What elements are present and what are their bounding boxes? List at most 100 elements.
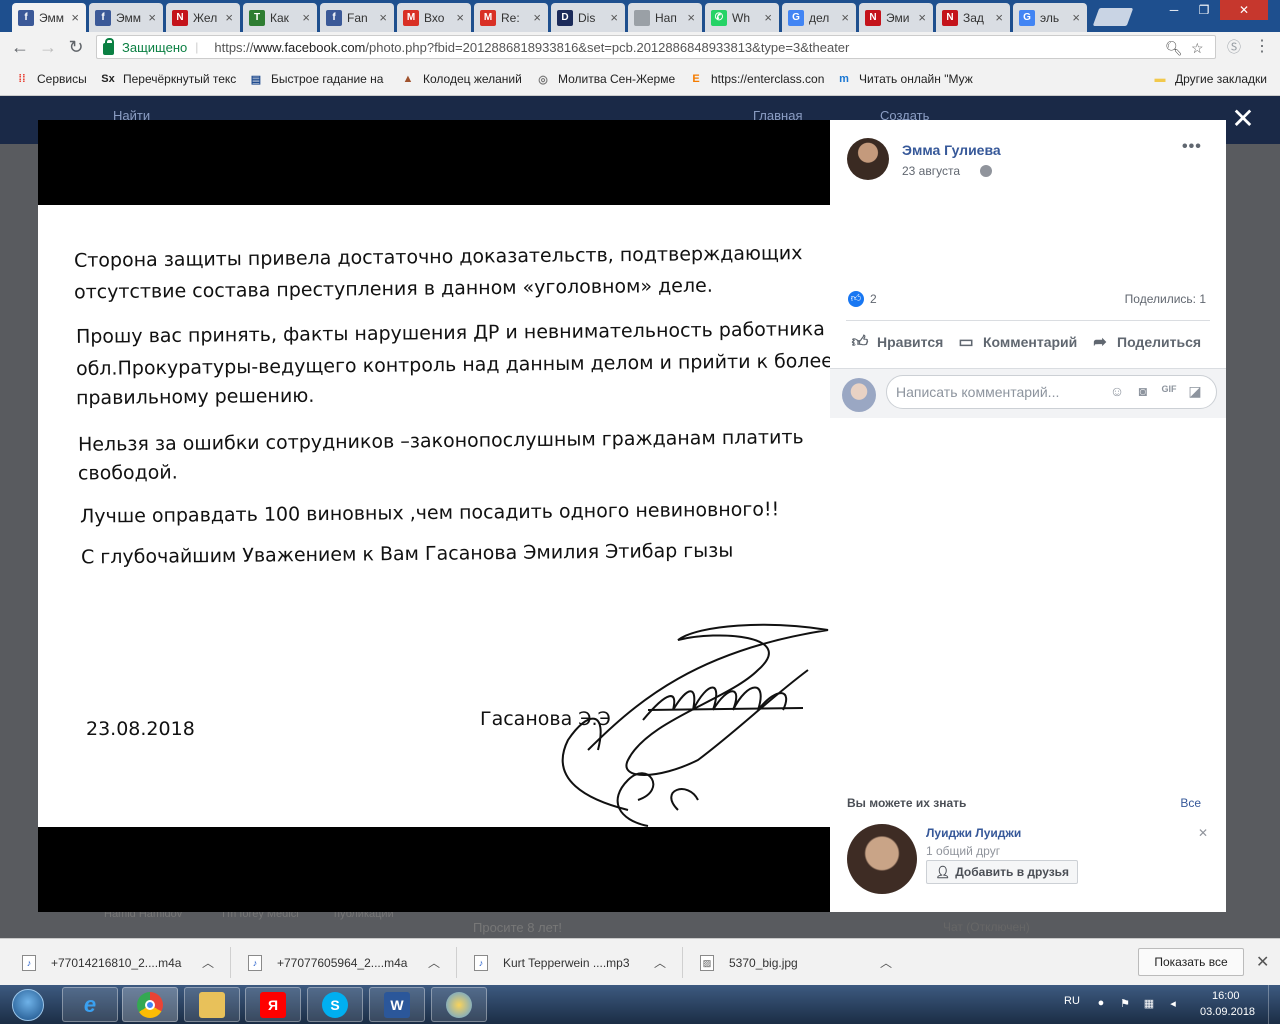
photo-stage[interactable]: Сторона защиты привела достаточно доказа… <box>38 120 830 912</box>
tab-close-icon[interactable]: × <box>71 10 79 25</box>
pymk-mutual-friends[interactable]: 1 общий друг <box>926 844 1000 858</box>
taskbar-yandex[interactable]: Я <box>245 987 301 1022</box>
more-options-icon[interactable]: ••• <box>1182 138 1202 156</box>
tab-close-icon[interactable]: × <box>764 10 772 25</box>
new-tab-button[interactable] <box>1092 8 1134 26</box>
author-name[interactable]: Эмма Гулиева <box>902 142 1001 158</box>
clock-date[interactable]: 03.09.2018 <box>1200 1006 1255 1018</box>
start-button[interactable] <box>4 986 52 1024</box>
language-indicator[interactable]: RU <box>1064 995 1080 1007</box>
like-count[interactable]: 2 <box>870 292 877 306</box>
browser-tab[interactable]: f Эмм × <box>89 3 163 32</box>
close-viewer-icon[interactable]: ✕ <box>1228 104 1258 134</box>
browser-tab[interactable]: Gэль × <box>1013 3 1087 32</box>
maximize-window-button[interactable]: ❐ <box>1190 0 1218 20</box>
browser-tab[interactable]: f Эмм × <box>12 3 86 32</box>
globe-icon <box>980 165 992 177</box>
camera-icon[interactable]: ◙ <box>1134 383 1152 399</box>
minimize-window-button[interactable]: ─ <box>1160 0 1188 20</box>
tab-close-icon[interactable]: × <box>148 10 156 25</box>
like-button[interactable]: 👍︎ Нравится <box>850 333 944 351</box>
gif-icon[interactable]: GIF <box>1160 384 1178 394</box>
bookmark-item[interactable]: Sx Перечёркнутый текс <box>100 71 236 87</box>
tab-close-icon[interactable]: × <box>841 10 849 25</box>
add-friend-button[interactable]: 👤︎ Добавить в друзья <box>926 860 1079 884</box>
browser-tab[interactable]: Gдел × <box>782 3 856 32</box>
browser-tab[interactable]: D Dis × <box>551 3 625 32</box>
bookmark-item[interactable]: ▬ Другие закладки <box>1152 71 1267 87</box>
flag-icon[interactable]: ⚑ <box>1118 997 1132 1011</box>
taskbar-ie[interactable]: e <box>62 987 118 1022</box>
bookmark-star-icon[interactable]: ☆ <box>1191 40 1204 57</box>
chevron-up-icon[interactable]: ︿ <box>880 954 892 971</box>
download-item[interactable]: ▨ 5370_big.jpg ︿ <box>700 939 900 986</box>
tab-close-icon[interactable]: × <box>456 10 464 25</box>
bookmark-item[interactable]: ▤ Быстрое гадание на <box>248 71 384 87</box>
bookmark-item[interactable]: ⁞⁞ Сервисы <box>14 71 86 87</box>
taskbar-explorer[interactable] <box>184 987 240 1022</box>
chevron-up-icon[interactable]: ︿ <box>654 954 666 971</box>
pymk-avatar[interactable] <box>847 824 917 894</box>
skype-extension-icon[interactable]: Ⓢ <box>1224 37 1244 57</box>
download-item[interactable]: ♪ +77014216810_2....m4a ︿ <box>22 939 222 986</box>
pymk-see-all-link[interactable]: Все <box>1180 796 1201 810</box>
comment-button[interactable]: ▭ Комментарий <box>956 333 1077 351</box>
download-item[interactable]: ♪ +77077605964_2....m4a ︿ <box>248 939 448 986</box>
browser-tab[interactable]: M Вхо × <box>397 3 471 32</box>
taskbar-paint[interactable] <box>431 987 487 1022</box>
forward-button[interactable]: → <box>38 37 58 57</box>
tab-close-icon[interactable]: × <box>1072 10 1080 25</box>
browser-toolbar: ← → ↻ Защищено | https://www.facebook.co… <box>0 32 1280 62</box>
zoom-icon[interactable]: 🔍︎ <box>1165 40 1183 57</box>
tab-close-icon[interactable]: × <box>995 10 1003 25</box>
tab-close-icon[interactable]: × <box>610 10 618 25</box>
browser-tab[interactable]: T Как × <box>243 3 317 32</box>
skype-icon: S <box>322 991 348 1018</box>
tray-app-icon[interactable]: ● <box>1094 997 1108 1011</box>
browser-tab[interactable]: N Жел × <box>166 3 240 32</box>
chevron-up-icon[interactable]: ︿ <box>202 954 214 971</box>
browser-tab[interactable]: Нап × <box>628 3 702 32</box>
bookmark-item[interactable]: ▲ Колодец желаний <box>400 71 522 87</box>
author-avatar[interactable] <box>847 138 889 180</box>
clock-time[interactable]: 16:00 <box>1212 990 1240 1002</box>
emoji-icon[interactable]: ☺ <box>1108 383 1126 399</box>
close-window-button[interactable]: ✕ <box>1220 0 1268 20</box>
chevron-up-icon[interactable]: ︿ <box>428 954 440 971</box>
show-all-downloads-button[interactable]: Показать все <box>1138 948 1244 976</box>
tab-close-icon[interactable]: × <box>379 10 387 25</box>
browser-tab[interactable]: f Fan × <box>320 3 394 32</box>
share-count[interactable]: Поделились: 1 <box>1125 292 1206 306</box>
browser-tab[interactable]: N Зад × <box>936 3 1010 32</box>
facebook-icon: f <box>326 9 342 26</box>
tab-close-icon[interactable]: × <box>687 10 695 25</box>
bookmark-item[interactable]: m Читать онлайн "Муж <box>836 71 973 87</box>
download-item[interactable]: ♪ Kurt Tepperwein ....mp3 ︿ <box>474 939 674 986</box>
menu-icon[interactable]: ⋮ <box>1252 37 1272 57</box>
volume-icon[interactable]: ◂ <box>1166 997 1180 1011</box>
tab-close-icon[interactable]: × <box>918 10 926 25</box>
dismiss-suggestion-icon[interactable]: ✕ <box>1198 826 1208 840</box>
address-bar[interactable]: Защищено | https://www.facebook.com/phot… <box>96 35 1216 59</box>
taskbar-word[interactable]: W <box>369 987 425 1022</box>
bookmark-item[interactable]: ◎ Молитва Сен-Жерме <box>535 71 675 87</box>
reload-button[interactable]: ↻ <box>66 37 86 57</box>
pymk-name[interactable]: Луиджи Луиджи <box>926 826 1021 840</box>
bookmark-label: https://enterclass.con <box>711 72 825 86</box>
share-button[interactable]: ➦ Поделиться <box>1090 333 1201 351</box>
taskbar-skype[interactable]: S <box>307 987 363 1022</box>
show-desktop-button[interactable] <box>1268 985 1280 1024</box>
close-downloads-icon[interactable]: ✕ <box>1256 952 1269 972</box>
sticker-icon[interactable]: ◪ <box>1186 383 1204 400</box>
tab-close-icon[interactable]: × <box>302 10 310 25</box>
post-date[interactable]: 23 августа <box>902 164 960 178</box>
bookmark-item[interactable]: Ehttps://enterclass.con <box>688 71 824 87</box>
browser-tab[interactable]: M Re: × <box>474 3 548 32</box>
tab-close-icon[interactable]: × <box>533 10 541 25</box>
tab-close-icon[interactable]: × <box>225 10 233 25</box>
browser-tab[interactable]: N Эми × <box>859 3 933 32</box>
back-button[interactable]: ← <box>10 37 30 57</box>
network-icon[interactable]: ▦ <box>1142 997 1156 1011</box>
taskbar-chrome[interactable] <box>122 987 178 1022</box>
browser-tab[interactable]: ✆ Wh × <box>705 3 779 32</box>
